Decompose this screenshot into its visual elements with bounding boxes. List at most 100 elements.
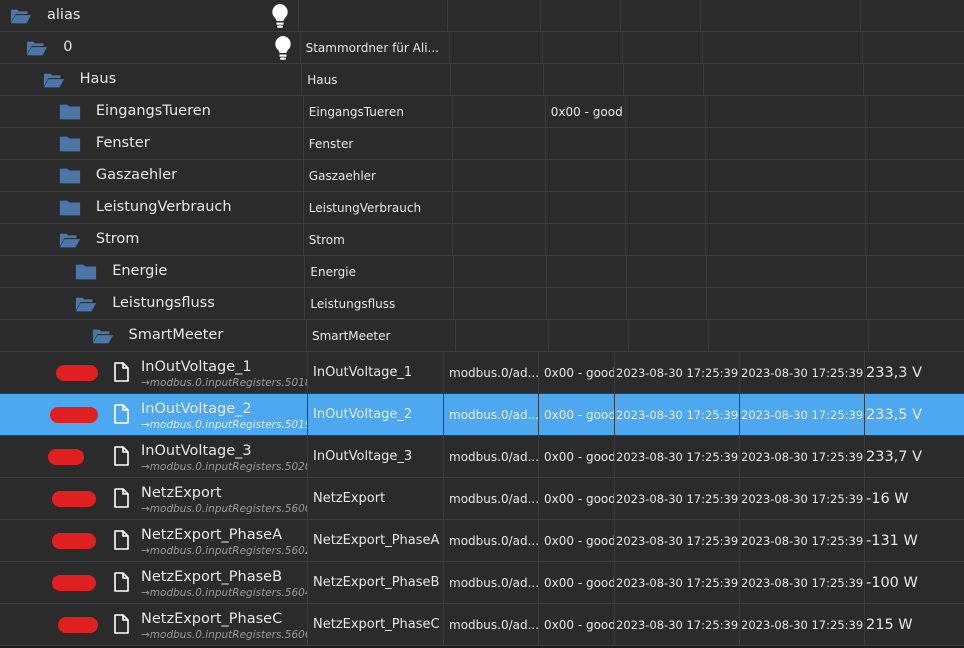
redacted-icon — [48, 449, 84, 465]
folder-open-icon[interactable] — [92, 327, 114, 345]
tree-folder-row[interactable]: Fenster Fenster — [0, 128, 964, 160]
folder-role — [451, 192, 545, 223]
tree-folder-row[interactable]: Energie Energie — [0, 256, 964, 288]
folder-role — [448, 32, 542, 63]
state-role: modbus.0/ad... — [443, 394, 538, 435]
tree-folder-row[interactable]: alias — [0, 0, 964, 32]
tree-folder-row[interactable]: Gaszaehler Gaszaehler — [0, 160, 964, 192]
state-row[interactable]: InOutVoltage_1 →modbus.0.inputRegisters.5… — [0, 352, 964, 394]
folder-name: Leistungsfluss — [112, 295, 215, 311]
folder-label — [298, 0, 447, 31]
folder-open-icon[interactable] — [26, 39, 48, 57]
folder-col7 — [861, 32, 964, 63]
folder-icon[interactable] — [75, 263, 97, 281]
redacted-icon — [50, 407, 98, 423]
redacted-icon — [52, 575, 96, 591]
folder-status — [541, 32, 622, 63]
folder-status — [544, 128, 625, 159]
folder-open-icon[interactable] — [43, 71, 65, 89]
folder-open-icon[interactable] — [75, 295, 97, 313]
tree-folder-row[interactable]: Strom Strom — [0, 224, 964, 256]
state-name: InOutVoltage_2 — [141, 401, 252, 417]
folder-col5 — [628, 320, 708, 351]
folder-open-icon[interactable] — [59, 231, 81, 249]
folder-label: Strom — [302, 224, 452, 255]
state-lastchange: 2023-08-30 17:25:39.032 — [739, 604, 864, 645]
state-row[interactable]: InOutVoltage_3 →modbus.0.inputRegisters.5… — [0, 436, 964, 478]
alias-target: →modbus.0.inputRegisters.5602 — [141, 545, 307, 557]
state-role: modbus.0/ad... — [443, 562, 538, 603]
object-tree: alias 0 Stammordner für Ali... Haus Haus Eing… — [0, 0, 964, 646]
redacted-icon — [58, 617, 98, 633]
state-row[interactable]: NetzExport_PhaseA →modbus.0.inputRegister… — [0, 520, 964, 562]
state-value: 233,5 V — [864, 394, 964, 435]
state-lastchange: 2023-08-30 17:25:39.032 — [739, 520, 864, 561]
folder-col6 — [704, 192, 865, 223]
alias-target: →modbus.0.inputRegisters.5606 — [141, 629, 307, 641]
folder-role — [447, 0, 540, 31]
state-timestamp: 2023-08-30 17:25:39.032 — [614, 520, 739, 561]
folder-col5 — [626, 256, 706, 287]
folder-col5 — [623, 64, 703, 95]
file-icon — [113, 614, 129, 634]
state-lastchange: 2023-08-30 17:25:39.031 — [739, 352, 864, 393]
folder-name: 0 — [63, 39, 73, 55]
state-row[interactable]: NetzExport_PhaseB →modbus.0.inputRegister… — [0, 562, 964, 604]
folder-status — [548, 320, 628, 351]
folder-icon[interactable] — [59, 167, 81, 185]
folder-col7 — [860, 0, 964, 31]
folder-icon[interactable] — [59, 103, 81, 121]
folder-col6 — [703, 64, 863, 95]
folder-label: SmartMeeter — [306, 320, 455, 351]
state-role: modbus.0/ad... — [443, 478, 538, 519]
folder-icon[interactable] — [59, 135, 81, 153]
state-status: 0x00 - good — [538, 352, 614, 393]
folder-col5 — [624, 128, 705, 159]
state-row[interactable]: InOutVoltage_2 →modbus.0.inputRegisters.5… — [0, 394, 964, 436]
folder-col5 — [624, 192, 705, 223]
state-timestamp: 2023-08-30 17:25:39.031 — [614, 352, 739, 393]
state-name: NetzExport_PhaseC — [141, 611, 283, 627]
state-label: InOutVoltage_2 — [307, 394, 443, 435]
folder-status — [544, 192, 625, 223]
folder-label: Haus — [301, 64, 450, 95]
tree-folder-row[interactable]: Leistungsfluss Leistungsfluss — [0, 288, 964, 320]
state-status: 0x00 - good — [538, 562, 614, 603]
folder-name: Energie — [112, 263, 168, 279]
folder-status — [540, 0, 620, 31]
state-name: InOutVoltage_3 — [141, 443, 252, 459]
folder-col6 — [704, 160, 865, 191]
folder-status — [544, 160, 625, 191]
folder-label: LeistungVerbrauch — [302, 192, 452, 223]
state-row[interactable]: NetzExport_PhaseC →modbus.0.inputRegister… — [0, 604, 964, 646]
folder-role — [451, 224, 545, 255]
folder-label: Stammordner für Ali... — [299, 32, 449, 63]
state-role: modbus.0/ad... — [443, 520, 538, 561]
state-status: 0x00 - good — [538, 478, 614, 519]
folder-label: Leistungsfluss — [304, 288, 453, 319]
state-label: NetzExport_PhaseA — [307, 520, 443, 561]
state-lastchange: 2023-08-30 17:25:39.031 — [739, 394, 864, 435]
folder-col7 — [864, 224, 964, 255]
folder-label: Energie — [304, 256, 453, 287]
lightbulb-icon[interactable] — [270, 3, 290, 29]
state-role: modbus.0/ad... — [443, 604, 538, 645]
alias-target: →modbus.0.inputRegisters.5019 — [141, 419, 307, 431]
folder-icon[interactable] — [59, 199, 81, 217]
folder-col7 — [864, 160, 964, 191]
tree-folder-row[interactable]: 0 Stammordner für Ali... — [0, 32, 964, 64]
folder-open-icon[interactable] — [10, 7, 32, 25]
redacted-icon — [56, 365, 98, 381]
folder-status — [544, 224, 625, 255]
folder-role — [451, 128, 545, 159]
tree-folder-row[interactable]: LeistungVerbrauch LeistungVerbrauch — [0, 192, 964, 224]
tree-folder-row[interactable]: Haus Haus — [0, 64, 964, 96]
tree-folder-row[interactable]: SmartMeeter SmartMeeter — [0, 320, 964, 352]
alias-target: →modbus.0.inputRegisters.5020 — [141, 461, 307, 473]
state-row[interactable]: NetzExport →modbus.0.inputRegisters.5600 N… — [0, 478, 964, 520]
file-icon — [113, 572, 129, 592]
state-label: InOutVoltage_1 — [307, 352, 443, 393]
tree-folder-row[interactable]: EingangsTueren EingangsTueren 0x00 - good — [0, 96, 964, 128]
lightbulb-icon[interactable] — [273, 35, 293, 61]
folder-status — [546, 288, 626, 319]
